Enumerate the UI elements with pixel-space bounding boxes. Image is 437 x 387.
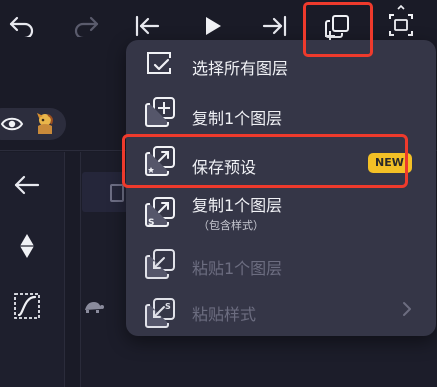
highlight-copy-layer-button bbox=[303, 2, 373, 57]
undo-icon[interactable] bbox=[8, 13, 36, 37]
menu-item-label: 复制1个图层 bbox=[192, 196, 283, 215]
skip-to-end-icon[interactable] bbox=[262, 14, 288, 38]
play-icon[interactable] bbox=[202, 14, 224, 38]
curve-easing-icon[interactable] bbox=[13, 292, 41, 320]
turtle-speed-icon[interactable] bbox=[82, 300, 104, 314]
clip-handle[interactable] bbox=[110, 184, 124, 202]
svg-text:S: S bbox=[148, 218, 154, 228]
menu-item-label: 粘贴样式 bbox=[192, 305, 257, 324]
keyframe-diamond-icon[interactable] bbox=[18, 233, 36, 259]
menu-item-label: 选择所有图层 bbox=[192, 59, 289, 78]
menu-item-duplicate-layer[interactable]: 复制1个图层 bbox=[126, 88, 436, 138]
menu-item-copy-layer-with-style[interactable]: S 复制1个图层 bbox=[126, 186, 436, 242]
select-all-layers-icon bbox=[147, 52, 171, 74]
redo-icon[interactable] bbox=[72, 13, 100, 37]
eye-icon[interactable] bbox=[0, 113, 24, 135]
highlight-save-preset-row bbox=[122, 134, 408, 188]
menu-item-paste-style[interactable]: S 粘贴样式 bbox=[126, 288, 436, 336]
layer-thumbnail bbox=[37, 113, 53, 134]
layer-actions-menu: 选择所有图层 复制1个图层 保存预设 S 复制1个图层 （包含样式） 粘贴1个图… bbox=[126, 40, 436, 336]
copy-layer-with-style-icon: S bbox=[145, 197, 175, 228]
chevron-right-icon bbox=[403, 302, 411, 316]
menu-item-paste-layer[interactable]: 粘贴1个图层 bbox=[126, 238, 436, 288]
svg-text:S: S bbox=[165, 302, 171, 311]
fullscreen-icon[interactable] bbox=[386, 5, 416, 41]
duplicate-layer-icon bbox=[145, 97, 175, 127]
menu-item-label: 粘贴1个图层 bbox=[192, 259, 283, 278]
back-arrow-icon[interactable] bbox=[14, 174, 40, 196]
paste-style-icon: S bbox=[145, 298, 175, 328]
skip-to-start-icon[interactable] bbox=[134, 14, 160, 38]
menu-item-sublabel: （包含样式） bbox=[198, 219, 264, 232]
menu-item-select-all[interactable]: 选择所有图层 bbox=[126, 40, 436, 90]
paste-layer-icon bbox=[145, 249, 175, 279]
menu-item-label: 复制1个图层 bbox=[192, 109, 283, 128]
